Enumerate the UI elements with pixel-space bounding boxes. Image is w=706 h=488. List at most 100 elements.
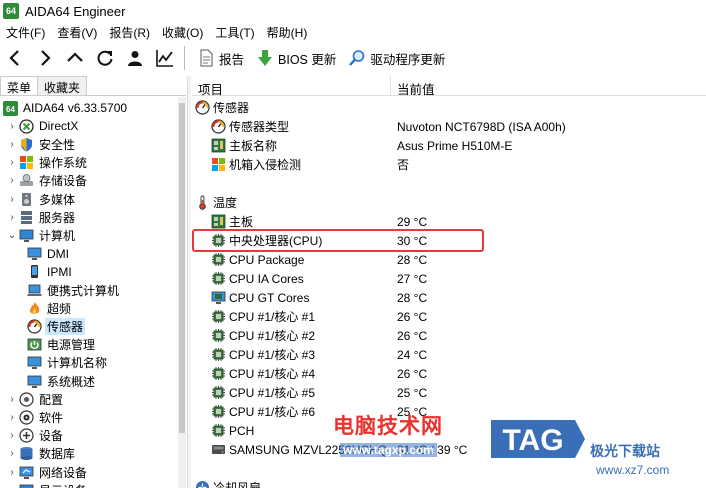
report-button[interactable]: 报告	[191, 44, 250, 72]
power-icon	[26, 337, 42, 353]
tree-item[interactable]: › 操作系统	[6, 154, 89, 172]
drive-icon	[210, 442, 226, 458]
tree-scrollbar-thumb[interactable]	[179, 103, 185, 433]
tree-item-label: 操作系统	[39, 156, 88, 171]
up-button[interactable]	[60, 44, 90, 72]
menu-favorites[interactable]: 收藏(O)	[156, 24, 209, 41]
tree-item[interactable]: › DirectX	[6, 117, 80, 135]
tree-item[interactable]: 系统概述	[26, 372, 97, 390]
temperature-row[interactable]: CPU #1/核心 #6	[210, 402, 315, 421]
expand-chevron-icon[interactable]: ›	[6, 121, 18, 132]
row-label: CPU Package	[229, 252, 305, 267]
tree-item[interactable]: › 服务器	[6, 208, 77, 226]
tree-item[interactable]: › 软件	[6, 408, 65, 426]
temperature-row[interactable]: CPU #1/核心 #5	[210, 383, 315, 402]
storage-icon	[18, 173, 34, 189]
config-icon	[18, 391, 34, 407]
section-sensor[interactable]: 传感器	[194, 98, 249, 117]
row-value: Nuvoton NCT6798D (ISA A00h)	[397, 119, 566, 134]
expand-chevron-icon[interactable]: ›	[6, 412, 18, 423]
temperature-row[interactable]: CPU #1/核心 #3	[210, 345, 315, 364]
temperature-row[interactable]: CPU #1/核心 #2	[210, 326, 315, 345]
sensor-row[interactable]: 传感器类型	[210, 117, 289, 136]
expand-chevron-icon[interactable]: ›	[6, 212, 18, 223]
sensor-row[interactable]: 主板名称	[210, 136, 277, 155]
download-arrow-icon	[258, 50, 273, 66]
forward-button[interactable]	[30, 44, 60, 72]
monitor-icon	[26, 355, 42, 371]
tree-item[interactable]: › 存储设备	[6, 172, 89, 190]
section-cooling-fans[interactable]: 冷却风扇	[194, 478, 261, 488]
back-button[interactable]	[0, 44, 30, 72]
chart-button[interactable]	[150, 44, 180, 72]
temperature-row[interactable]: CPU IA Cores	[210, 269, 304, 288]
fan-icon	[194, 480, 210, 488]
tree-item[interactable]: 超频	[26, 299, 73, 317]
row-value: 27 °C	[397, 271, 428, 286]
temperature-row[interactable]: CPU Package	[210, 250, 304, 269]
bios-update-button[interactable]: BIOS 更新	[250, 44, 342, 72]
tree-item[interactable]: › 安全性	[6, 135, 77, 153]
tab-favorites[interactable]: 收藏夹	[37, 76, 88, 95]
tree-item[interactable]: DMI	[26, 245, 71, 263]
temperature-row[interactable]: CPU #1/核心 #4	[210, 364, 315, 383]
menu-report[interactable]: 报告(R)	[103, 24, 156, 41]
watermark-site-name: 极光下载站	[590, 443, 660, 459]
user-button[interactable]	[120, 44, 150, 72]
tree-item[interactable]: › 配置	[6, 390, 65, 408]
section-temperature[interactable]: 温度	[194, 193, 237, 212]
gauge-icon	[210, 119, 226, 135]
menu-tools[interactable]: 工具(T)	[209, 24, 260, 41]
column-divider[interactable]	[390, 76, 391, 96]
temperature-row[interactable]: CPU #1/核心 #1	[210, 307, 315, 326]
speaker-icon	[18, 191, 34, 207]
tree-scrollbar[interactable]	[178, 97, 186, 488]
tree-item[interactable]: ⌄ 计算机	[6, 226, 77, 244]
tree-item[interactable]: 传感器	[26, 317, 86, 335]
left-panel-tabs: 菜单 收藏夹	[0, 76, 186, 96]
tree-item-label: 设备	[39, 429, 64, 444]
expand-chevron-icon[interactable]: ›	[6, 430, 18, 441]
windows-icon	[210, 157, 226, 173]
tree-item[interactable]: ›显示设备	[6, 481, 89, 488]
chip-icon	[210, 366, 226, 382]
sensor-row[interactable]: 机箱入侵检测	[210, 155, 301, 174]
chip-icon	[210, 309, 226, 325]
temperature-row[interactable]: CPU GT Cores	[210, 288, 309, 307]
menu-file[interactable]: 文件(F)	[0, 24, 51, 41]
window-title: AIDA64 Engineer	[25, 3, 126, 19]
display-icon	[18, 482, 34, 488]
column-value-header[interactable]: 当前值	[397, 79, 435, 98]
expand-chevron-icon[interactable]: ⌄	[6, 230, 18, 241]
tab-menu[interactable]: 菜单	[0, 76, 39, 95]
column-item-header[interactable]: 项目	[198, 79, 223, 98]
tree-item[interactable]: › 数据库	[6, 445, 77, 463]
expand-chevron-icon[interactable]: ›	[6, 139, 18, 150]
expand-chevron-icon[interactable]: ›	[6, 157, 18, 168]
tree-item[interactable]: › 网络设备	[6, 463, 89, 481]
tree-item[interactable]: › 设备	[6, 427, 65, 445]
tree-item[interactable]: 便携式计算机	[26, 281, 121, 299]
panel-splitter[interactable]	[187, 76, 191, 488]
tree-item[interactable]: › 多媒体	[6, 190, 77, 208]
menu-help[interactable]: 帮助(H)	[261, 24, 314, 41]
tree-item[interactable]: 计算机名称	[26, 354, 109, 372]
menu-view[interactable]: 查看(V)	[51, 24, 103, 41]
chip-icon	[210, 328, 226, 344]
tree-item[interactable]: IPMI	[26, 263, 74, 281]
tree-item-label: 计算机	[39, 228, 76, 243]
expand-chevron-icon[interactable]: ›	[6, 467, 18, 478]
expand-chevron-icon[interactable]: ›	[6, 175, 18, 186]
motherboard-icon	[210, 138, 226, 154]
temperature-row[interactable]: PCH	[210, 421, 254, 440]
expand-chevron-icon[interactable]: ›	[6, 394, 18, 405]
expand-chevron-icon[interactable]: ›	[6, 194, 18, 205]
row-value: 否	[397, 158, 410, 172]
toolbar: 报告 BIOS 更新 驱动程序更新	[0, 42, 706, 74]
expand-chevron-icon[interactable]: ›	[6, 448, 18, 459]
tree-item[interactable]: 电源管理	[26, 336, 97, 354]
monitor-icon	[26, 246, 42, 262]
tree-item[interactable]: 64 AIDA64 v6.33.5700	[2, 99, 129, 117]
driver-update-button[interactable]: 驱动程序更新	[342, 44, 451, 72]
refresh-button[interactable]	[90, 44, 120, 72]
